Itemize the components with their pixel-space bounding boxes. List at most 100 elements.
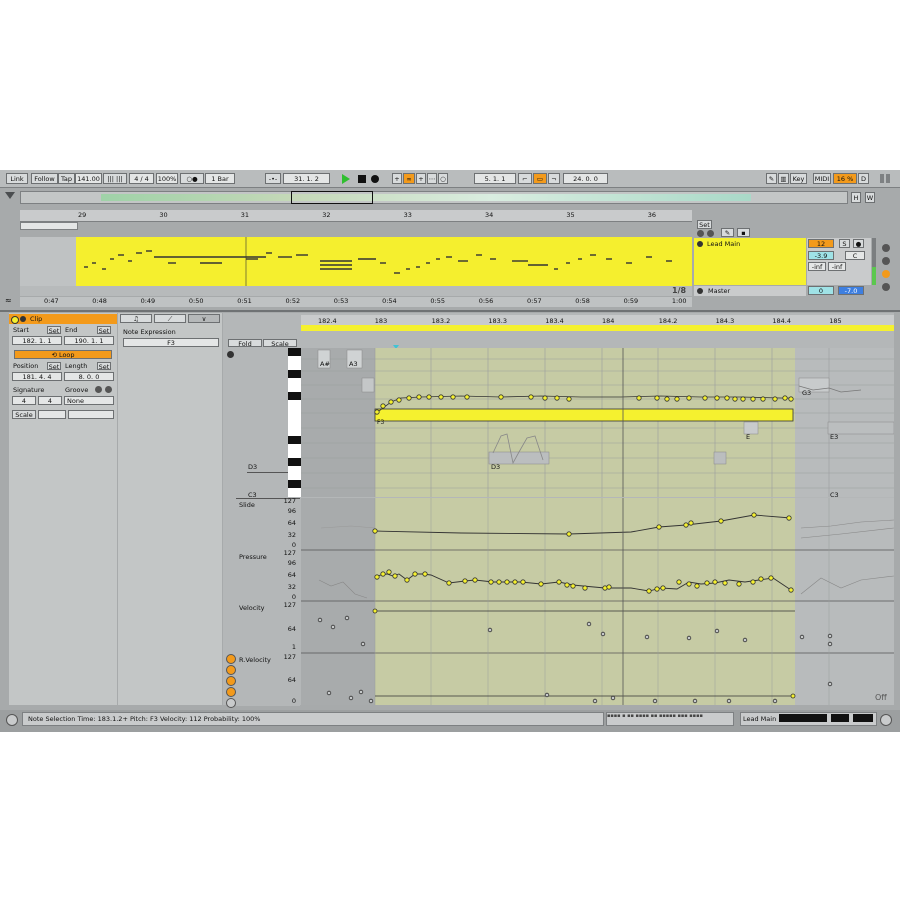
follow-button[interactable]: Follow xyxy=(31,173,58,184)
follow-arrow-icon[interactable]: -•- xyxy=(265,173,281,184)
mixer-icon[interactable] xyxy=(882,283,890,291)
computer-keyboard-icon[interactable]: ▥ xyxy=(778,173,789,184)
clip-fold-icon[interactable] xyxy=(20,316,26,322)
lane-toggle-icon-4[interactable] xyxy=(226,687,236,697)
send-a-field[interactable]: -inf xyxy=(808,262,826,271)
returns-icon[interactable] xyxy=(882,270,890,278)
h-button[interactable]: H xyxy=(851,192,861,203)
groove-select[interactable]: None xyxy=(64,396,114,405)
status-play-icon[interactable] xyxy=(6,714,18,726)
cpu-indicator-button[interactable]: D xyxy=(858,173,869,184)
capture-icon[interactable]: ⋯ xyxy=(427,173,437,184)
metronome-button[interactable]: ○● xyxy=(180,173,204,184)
automation-arm-icon[interactable]: ∞ xyxy=(403,173,415,184)
punch-in-icon[interactable]: ⌐ xyxy=(518,173,532,184)
overview-toggle-icon[interactable] xyxy=(5,192,15,199)
zoom-field[interactable]: 100% xyxy=(156,173,178,184)
clip-activator-icon[interactable] xyxy=(11,316,19,324)
position-set-button[interactable]: Set xyxy=(47,362,61,370)
overview-strip[interactable] xyxy=(20,191,848,204)
loop-button[interactable]: ⟲ Loop xyxy=(14,350,112,359)
scale-button[interactable]: Scale xyxy=(12,410,36,419)
length-set-button[interactable]: Set xyxy=(97,362,111,370)
io-icon[interactable] xyxy=(882,244,890,252)
track-header-master[interactable]: Master xyxy=(694,286,806,296)
waveform-toggle-icon[interactable]: ≈ xyxy=(5,296,12,305)
preview-icon[interactable] xyxy=(227,351,234,358)
session-record-icon[interactable]: ○ xyxy=(438,173,448,184)
scale-name-select[interactable] xyxy=(68,410,114,419)
send-b-field[interactable]: -inf xyxy=(828,262,846,271)
arm-button[interactable]: ● xyxy=(853,239,864,248)
quantize-select[interactable]: 1 Bar xyxy=(205,173,235,184)
note-grid[interactable] xyxy=(301,348,894,497)
arrangement-position[interactable]: 31. 1. 2 xyxy=(283,173,330,184)
punch-in-position[interactable]: 5. 1. 1 xyxy=(474,173,516,184)
clip-title-bar[interactable]: Clip xyxy=(9,314,117,324)
end-field[interactable]: 190. 1. 1 xyxy=(64,336,114,345)
overview-viewport[interactable] xyxy=(291,191,373,204)
editor-ruler-label: 183.3 xyxy=(488,317,507,325)
time-signature-field[interactable]: 4 / 4 xyxy=(129,173,154,184)
nudge-icon[interactable]: ||| ||| xyxy=(103,173,127,184)
loop-switch-icon[interactable]: ▭ xyxy=(533,173,547,184)
sends-icon[interactable] xyxy=(882,257,890,265)
tab-expression[interactable]: ∨ xyxy=(188,314,220,323)
time-ruler[interactable] xyxy=(20,297,692,307)
groove-commit-icon[interactable] xyxy=(105,386,112,393)
reenable-icon[interactable]: + xyxy=(416,173,426,184)
track-number-button[interactable]: 12 xyxy=(808,239,834,248)
tab-envelopes[interactable]: ⟋ xyxy=(154,314,186,323)
pan-field[interactable]: C xyxy=(845,251,865,260)
arrangement-clip[interactable] xyxy=(76,237,692,286)
device-thumbnail-3 xyxy=(853,714,873,722)
track-fold-icon[interactable] xyxy=(697,241,703,247)
fold-button[interactable]: Fold xyxy=(228,339,262,347)
volume-field[interactable]: -3.9 xyxy=(808,251,834,260)
signature-numerator[interactable]: 4 xyxy=(12,396,36,405)
end-set-button[interactable]: Set xyxy=(97,326,111,334)
key-map-button[interactable]: Key xyxy=(790,173,807,184)
midi-map-button[interactable]: MIDI xyxy=(813,173,831,184)
stop-icon[interactable] xyxy=(358,175,366,183)
scale-highlight-button[interactable]: Scale xyxy=(263,339,297,347)
w-button[interactable]: W xyxy=(865,192,875,203)
tap-button[interactable]: Tap xyxy=(58,173,75,184)
overdub-icon[interactable]: + xyxy=(392,173,402,184)
master-fold-icon[interactable] xyxy=(697,288,703,294)
master-pan-field[interactable]: -7.0 xyxy=(838,286,864,295)
groove-hot-swap-icon[interactable] xyxy=(95,386,102,393)
start-field[interactable]: 182. 1. 1 xyxy=(12,336,62,345)
position-field[interactable]: 181. 4. 4 xyxy=(12,372,62,381)
tempo-field[interactable]: 141.00 xyxy=(75,173,102,184)
tab-notes[interactable]: ♫ xyxy=(120,314,152,323)
prev-locator-icon[interactable] xyxy=(697,230,704,237)
loop-region-bar[interactable] xyxy=(301,325,894,331)
loop-length[interactable]: 24. 0. 0 xyxy=(563,173,608,184)
next-locator-icon[interactable] xyxy=(707,230,714,237)
lane-toggle-icon-3[interactable] xyxy=(226,676,236,686)
arrangement-ruler[interactable] xyxy=(20,210,692,222)
set-button[interactable]: Set xyxy=(697,220,712,229)
loop-brace[interactable] xyxy=(20,222,78,230)
piano-roll-keys[interactable] xyxy=(288,348,301,497)
play-icon[interactable] xyxy=(342,174,350,184)
link-button[interactable]: Link xyxy=(6,173,28,184)
solo-button[interactable]: S xyxy=(839,239,850,248)
start-set-button[interactable]: Set xyxy=(47,326,61,334)
punch-out-icon[interactable]: ¬ xyxy=(548,173,560,184)
lane-play-icon[interactable] xyxy=(226,698,236,708)
scale-root-select[interactable] xyxy=(38,410,66,419)
length-field[interactable]: 8. 0. 0 xyxy=(64,372,114,381)
lane-toggle-icon-2[interactable] xyxy=(226,665,236,675)
lane-toggle-icon[interactable] xyxy=(226,654,236,664)
lock-icon[interactable]: ▪ xyxy=(737,228,750,237)
master-volume-field[interactable]: 0 xyxy=(808,286,834,295)
status-arrow-icon[interactable] xyxy=(880,714,892,726)
expression-lanes[interactable] xyxy=(301,498,894,705)
track-header-lead-main[interactable]: Lead Main xyxy=(694,238,806,285)
signature-denominator[interactable]: 4 xyxy=(38,396,62,405)
draw-icon-small[interactable]: ✎ xyxy=(721,228,734,237)
record-icon[interactable] xyxy=(371,175,379,183)
draw-mode-icon[interactable]: ✎ xyxy=(766,173,777,184)
